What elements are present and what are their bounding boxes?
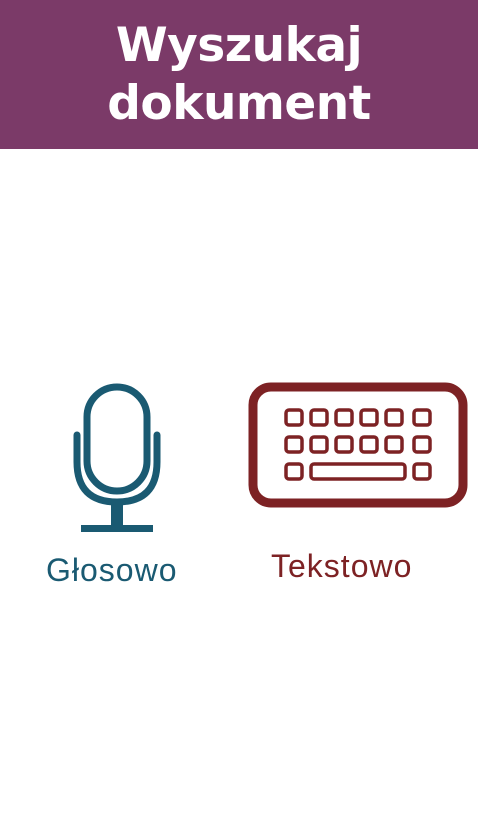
voice-search-label: Głosowo (46, 552, 178, 588)
microphone-icon (73, 383, 161, 532)
search-document-screen: Wyszukaj dokument Głosowo Tekstowo (0, 0, 478, 817)
text-search-option[interactable]: Tekstowo (246, 380, 470, 596)
keyboard-icon (248, 382, 468, 508)
voice-search-option[interactable]: Głosowo (36, 376, 202, 596)
page-title: Wyszukaj dokument (107, 17, 371, 131)
text-search-label: Tekstowo (271, 548, 413, 584)
header-bar: Wyszukaj dokument (0, 0, 478, 149)
